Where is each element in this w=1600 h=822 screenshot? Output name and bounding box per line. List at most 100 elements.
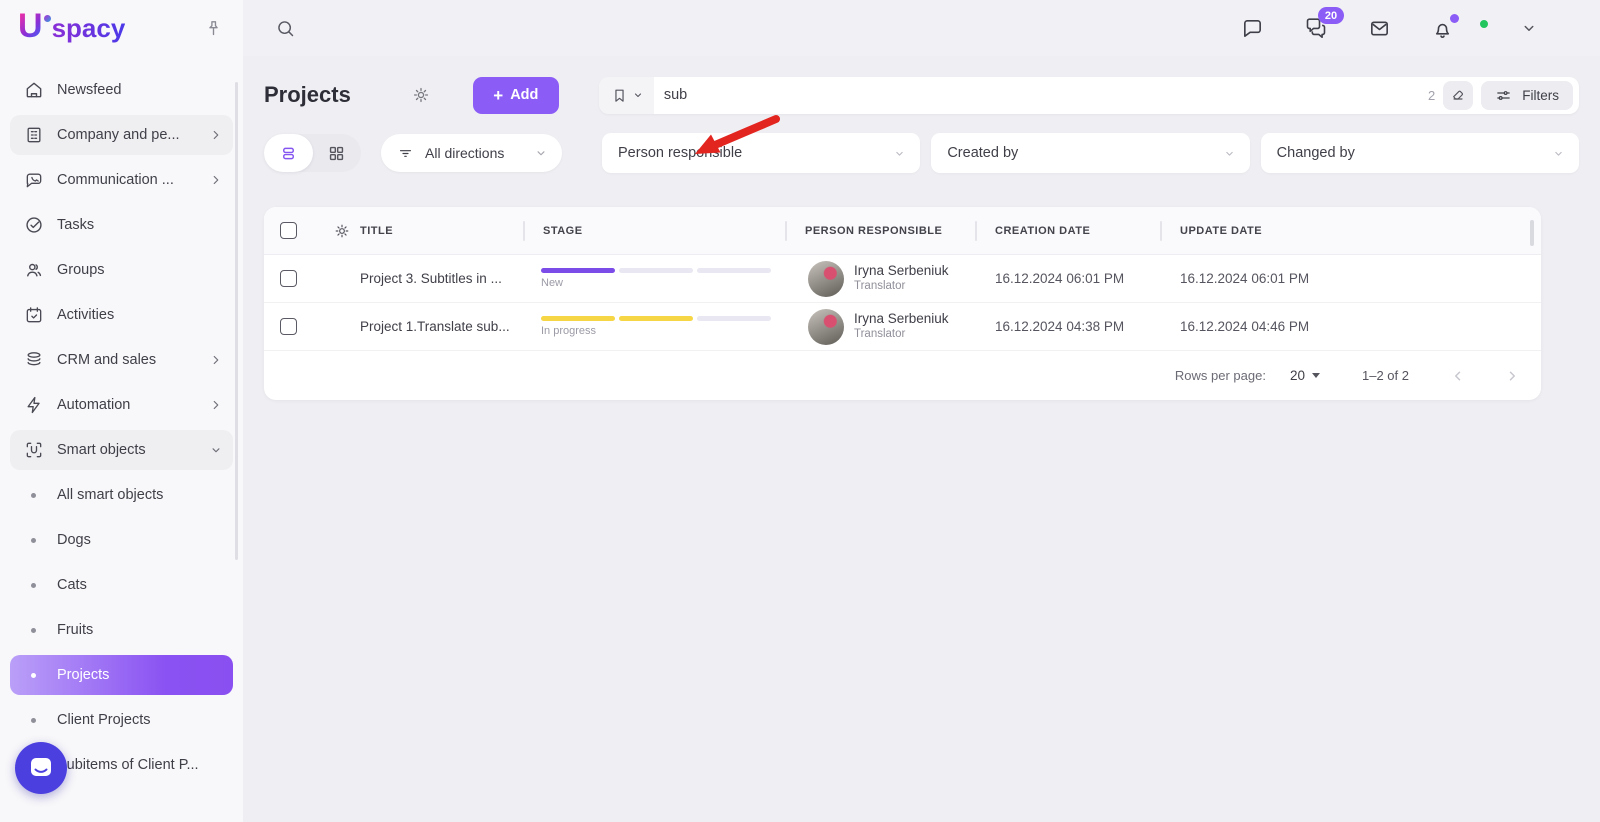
sidebar-item-fruits[interactable]: Fruits <box>10 610 233 650</box>
funnel-lines-icon <box>399 149 412 157</box>
sidebar-nav: Newsfeed Company and pe... Communication… <box>0 56 243 785</box>
projects-table: TITLE STAGE PERSON RESPONSIBLE CREATION … <box>264 207 1541 400</box>
person-name[interactable]: Iryna Serbeniuk <box>854 263 949 280</box>
next-page-button[interactable] <box>1503 367 1521 385</box>
table-row[interactable]: Project 3. Subtitles in ... New Iryna Se… <box>264 255 1541 303</box>
table-search-bar: 2 Filters <box>598 76 1579 114</box>
sidebar-item-dogs[interactable]: Dogs <box>10 520 233 560</box>
intercom-launcher-button[interactable] <box>15 742 67 794</box>
clear-search-eraser-icon[interactable] <box>1443 80 1474 110</box>
sidebar-item-label: Cats <box>57 577 87 593</box>
sidebar-item-groups[interactable]: Groups <box>10 250 233 290</box>
app-window: U spacy Newsfeed Company and pe... Commu… <box>0 0 1600 822</box>
filter-select-label: Created by <box>947 145 1019 161</box>
sidebar-scrollbar[interactable] <box>235 82 238 560</box>
sidebar-item-tasks[interactable]: Tasks <box>10 205 233 245</box>
bullet-icon <box>31 627 36 633</box>
sidebar-item-smart-objects[interactable]: Smart objects <box>10 430 233 470</box>
list-view-toggle[interactable] <box>264 134 313 172</box>
column-header-creation-date[interactable]: CREATION DATE <box>975 207 1160 254</box>
person-avatar[interactable] <box>808 260 844 297</box>
bullet-icon <box>31 537 36 543</box>
sidebar-header: U spacy <box>0 0 243 56</box>
sidebar-item-activities[interactable]: Activities <box>10 295 233 335</box>
sidebar-item-label: Automation <box>57 397 131 413</box>
filters-button[interactable]: Filters <box>1481 80 1573 110</box>
sidebar: U spacy Newsfeed Company and pe... Commu… <box>0 0 243 822</box>
stage-segment <box>541 268 615 273</box>
row-checkbox[interactable] <box>280 270 297 287</box>
notifications-bell-icon[interactable] <box>1431 13 1459 40</box>
sidebar-item-crm-and-sales[interactable]: CRM and sales <box>10 340 233 380</box>
filter-select-label: Person responsible <box>618 145 743 161</box>
sidebar-item-label: Fruits <box>57 622 94 638</box>
table-settings-gear-icon[interactable] <box>320 222 360 240</box>
bullet-icon <box>31 672 36 678</box>
stage-segment <box>697 268 771 273</box>
rows-per-page-select[interactable]: 20 <box>1290 368 1320 383</box>
grid-view-toggle[interactable] <box>313 134 362 172</box>
update-date: 16.12.2024 06:01 PM <box>1180 271 1310 286</box>
previous-page-button[interactable] <box>1449 367 1467 385</box>
stage-cell: New <box>523 268 785 289</box>
table-body: Project 3. Subtitles in ... New Iryna Se… <box>264 255 1541 351</box>
sliders-icon <box>1497 90 1511 100</box>
chevron-down-icon <box>534 146 548 160</box>
sidebar-item-label: Communication ... <box>57 172 174 188</box>
mail-icon[interactable] <box>1368 17 1391 40</box>
chevron-right-icon <box>209 173 223 187</box>
page-settings-gear-icon[interactable] <box>411 85 431 105</box>
row-checkbox[interactable] <box>280 318 297 335</box>
plus-icon: + <box>493 85 504 105</box>
sidebar-item-label: Smart objects <box>57 442 146 458</box>
column-divider <box>1160 221 1162 241</box>
sidebar-item-projects[interactable]: Projects <box>10 655 233 695</box>
sidebar-item-cats[interactable]: Cats <box>10 565 233 605</box>
pin-sidebar-icon[interactable] <box>204 19 223 38</box>
comments-icon[interactable] <box>1241 17 1264 40</box>
directions-dropdown[interactable]: All directions <box>381 134 562 172</box>
sidebar-item-label: All smart objects <box>57 487 164 503</box>
filter-select-changed-by[interactable]: Changed by <box>1260 133 1579 173</box>
global-search-icon[interactable] <box>275 18 296 39</box>
bullet-icon <box>31 582 36 588</box>
sidebar-item-label: Dogs <box>57 532 91 548</box>
sidebar-item-communication[interactable]: Communication ... <box>10 160 233 200</box>
saved-search-bookmark[interactable] <box>598 76 654 114</box>
select-all-checkbox[interactable] <box>280 222 297 239</box>
profile-chevron-down-icon[interactable] <box>1520 19 1538 37</box>
table-row[interactable]: Project 1.Translate sub... In progress I… <box>264 303 1541 351</box>
column-header-title[interactable]: TITLE <box>360 207 523 254</box>
messenger-icon[interactable]: 20 <box>1304 7 1344 40</box>
sidebar-item-label: Subitems of Client P... <box>57 757 199 773</box>
sidebar-item-label: Company and pe... <box>57 127 180 143</box>
chevron-down-icon <box>1223 147 1236 160</box>
bolt-icon <box>23 395 44 416</box>
person-name[interactable]: Iryna Serbeniuk <box>854 311 949 328</box>
chevron-down-icon <box>209 443 223 457</box>
filter-select-person-responsible[interactable]: Person responsible <box>602 133 921 173</box>
topbar-actions: 20 <box>1241 7 1538 40</box>
sidebar-item-automation[interactable]: Automation <box>10 385 233 425</box>
sidebar-item-newsfeed[interactable]: Newsfeed <box>10 70 233 110</box>
comm-icon <box>23 170 44 191</box>
search-input[interactable] <box>653 87 1429 103</box>
sidebar-item-all-smart-objects[interactable]: All smart objects <box>10 475 233 515</box>
column-header-person[interactable]: PERSON RESPONSIBLE <box>785 207 975 254</box>
filter-select-created-by[interactable]: Created by <box>931 133 1250 173</box>
table-scrollbar-thumb[interactable] <box>1530 220 1534 246</box>
sidebar-item-client-projects[interactable]: Client Projects <box>10 700 233 740</box>
person-avatar[interactable] <box>808 308 844 345</box>
search-match-count: 2 <box>1428 87 1436 103</box>
messenger-badge: 20 <box>1318 7 1344 24</box>
update-date: 16.12.2024 04:46 PM <box>1180 319 1310 334</box>
add-button[interactable]: + Add <box>472 76 559 114</box>
page-header: Projects + Add 2 <box>264 76 1579 114</box>
table-header-row: TITLE STAGE PERSON RESPONSIBLE CREATION … <box>264 207 1541 255</box>
uspacy-logo[interactable]: U spacy <box>18 9 125 45</box>
grid-view-icon <box>330 146 344 160</box>
column-divider <box>523 221 525 241</box>
column-header-update-date[interactable]: UPDATE DATE <box>1160 207 1541 254</box>
sidebar-item-company-and-pe[interactable]: Company and pe... <box>10 115 233 155</box>
column-header-stage[interactable]: STAGE <box>523 207 785 254</box>
